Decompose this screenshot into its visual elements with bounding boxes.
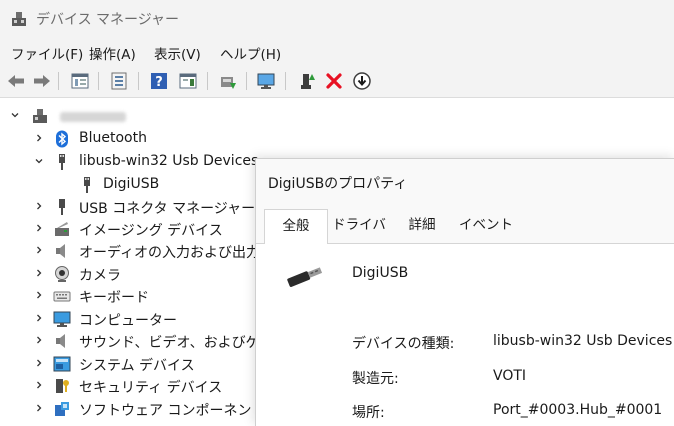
tree-item-label: サウンド、ビデオ、およびゲーム コ [79,335,255,351]
system-device-icon [53,356,71,372]
software-component-icon [55,402,69,416]
tree-item-sound-video-game[interactable]: サウンド、ビデオ、およびゲーム コ [0,330,255,352]
menu-action[interactable]: 操作(A) [89,43,136,63]
chevron-right-icon[interactable] [33,312,45,324]
speaker-icon [56,244,65,258]
tree-item-security-devices[interactable]: セキュリティ デバイス [0,375,255,397]
imaging-device-icon [55,222,69,236]
tree-root[interactable] [0,105,250,127]
field-label-manufacturer: 製造元: [352,371,399,387]
tree-item-label: セキュリティ デバイス [79,380,223,396]
tree-item-digiusb[interactable]: DigiUSB [0,174,250,196]
properties-dialog: DigiUSBのプロパティ 全般 ドライバー 詳細 イベント DigiUSB デ… [255,158,674,426]
chevron-right-icon[interactable] [33,132,45,144]
title-bar: デバイス マネージャー [0,0,674,37]
field-value-device-type: libusb-win32 Usb Devices [493,333,673,349]
menu-view[interactable]: 表示(V) [154,43,201,63]
chevron-right-icon[interactable] [33,334,45,346]
window-title: デバイス マネージャー [36,12,180,28]
redacted-computer-name [60,112,126,122]
device-manager-icon [12,12,26,26]
tree-item-label: イメージング デバイス [79,223,223,239]
forward-arrow-icon[interactable] [32,71,52,91]
menu-bar: ファイル(F) 操作(A) 表示(V) ヘルプ(H) [0,37,674,65]
tree-item-label: システム デバイス [79,358,195,374]
enable-device-icon[interactable] [297,71,317,91]
toolbar-separator [98,72,99,90]
tree-item-label: コンピューター [79,313,177,329]
toolbar-separator [246,72,247,90]
tree-item-camera[interactable]: カメラ [0,263,255,285]
properties-icon[interactable] [70,71,90,91]
tree-item-label: libusb-win32 Usb Devices [79,153,259,169]
tree-item-keyboard[interactable]: キーボード [0,285,255,307]
menu-file[interactable]: ファイル(F) [11,43,83,63]
list-icon[interactable] [109,71,129,91]
tab-details[interactable]: 詳細 [392,209,452,242]
tree-item-usb-connector[interactable]: USB コネクタ マネージャー [0,196,255,218]
toolbar-separator [285,72,286,90]
tree-item-system-devices[interactable]: システム デバイス [0,353,255,375]
usb-connector-icon [59,199,65,215]
toolbar-separator [207,72,208,90]
tree-item-imaging[interactable]: イメージング デバイス [0,218,255,240]
speaker-icon [56,334,65,348]
monitor-icon[interactable] [256,71,276,91]
general-tab-panel: DigiUSB デバイスの種類: libusb-win32 Usb Device… [256,244,674,426]
dialog-tabs: 全般 ドライバー 詳細 イベント [256,209,674,266]
tab-general[interactable]: 全般 [264,209,328,245]
chevron-right-icon[interactable] [33,200,45,212]
chevron-down-icon[interactable] [9,109,21,121]
toolbar: ? [0,65,674,98]
tree-item-label: DigiUSB [103,176,160,192]
bluetooth-icon [56,130,68,148]
toolbar-separator [58,72,59,90]
menu-help[interactable]: ヘルプ(H) [220,43,281,63]
usb-device-icon [59,154,65,170]
chevron-right-icon[interactable] [33,244,45,256]
field-label-device-type: デバイスの種類: [352,336,455,352]
update-driver-icon[interactable] [352,71,372,91]
tree-item-software-components[interactable]: ソフトウェア コンポーネント [0,398,265,420]
chevron-right-icon[interactable] [33,402,45,414]
help-icon[interactable]: ? [149,71,169,91]
chevron-right-icon[interactable] [33,267,45,279]
computer-icon [53,311,71,327]
tree-item-label: ソフトウェア コンポーネント [79,403,266,419]
tree-item-label: キーボード [79,290,149,306]
view-icon[interactable] [178,71,198,91]
security-key-icon [56,379,69,393]
chevron-right-icon[interactable] [33,357,45,369]
back-arrow-icon[interactable] [6,71,26,91]
chevron-down-icon[interactable] [33,155,45,167]
scan-hardware-icon[interactable] [218,71,238,91]
tree-item-label: USB コネクタ マネージャー [79,201,256,217]
tree-item-label: Bluetooth [79,130,147,146]
tree-item-bluetooth[interactable]: Bluetooth [0,128,250,150]
tree-item-label: オーディオの入力および出力 [79,245,261,261]
keyboard-icon [53,291,71,302]
tree-item-computer[interactable]: コンピューター [0,308,255,330]
toolbar-separator [138,72,139,90]
dialog-title: DigiUSBのプロパティ [268,176,408,192]
tree-item-audio-io[interactable]: オーディオの入力および出力 [0,240,260,262]
field-value-location: Port_#0003.Hub_#0001 [493,402,663,418]
device-name: DigiUSB [352,265,409,281]
chevron-right-icon[interactable] [33,289,45,301]
tab-events[interactable]: イベント [452,209,520,242]
computer-root-icon [33,109,47,123]
tab-driver[interactable]: ドライバー [326,209,392,266]
tree-item-label: カメラ [79,268,121,284]
camera-icon [55,266,69,282]
chevron-right-icon[interactable] [33,222,45,234]
field-label-location: 場所: [352,405,385,421]
uninstall-x-icon[interactable] [324,71,344,91]
field-value-manufacturer: VOTI [493,368,527,384]
usb-cable-icon [287,267,323,287]
usb-device-icon [84,177,90,193]
svg-text:?: ? [155,75,163,90]
tree-item-libusb[interactable]: libusb-win32 Usb Devices [0,151,258,173]
chevron-right-icon[interactable] [33,379,45,391]
